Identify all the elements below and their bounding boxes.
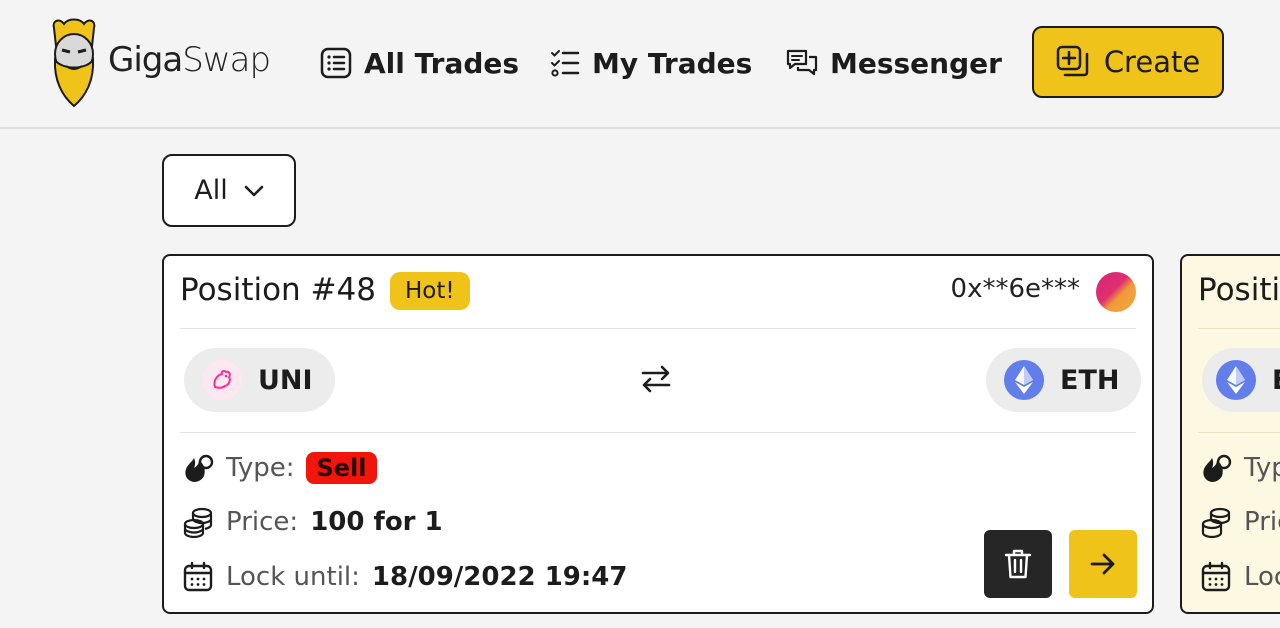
nav-all-trades-label: All Trades bbox=[364, 46, 520, 80]
lock-label: Loc bbox=[1244, 562, 1280, 592]
viking-mascot-icon bbox=[52, 18, 96, 108]
uni-token-icon bbox=[202, 360, 242, 400]
open-trade-button[interactable] bbox=[1069, 530, 1137, 598]
card-divider bbox=[1198, 432, 1280, 433]
nav-messenger[interactable]: Messenger bbox=[786, 42, 1002, 84]
from-token-symbol: UNI bbox=[258, 364, 313, 396]
coins-stack-icon bbox=[183, 507, 213, 538]
filter-selected-value: All bbox=[194, 175, 228, 206]
chevron-down-icon bbox=[244, 185, 263, 196]
to-token-pill[interactable]: E bbox=[1202, 348, 1280, 412]
type-row: Type: Sell bbox=[182, 452, 377, 484]
card-divider bbox=[1198, 328, 1280, 329]
checklist-icon bbox=[551, 50, 580, 77]
delete-button[interactable] bbox=[984, 530, 1052, 598]
trash-icon bbox=[1004, 549, 1032, 579]
lock-value: 18/09/2022 19:47 bbox=[371, 562, 628, 592]
to-token-symbol: E bbox=[1272, 365, 1280, 396]
nav-all-trades[interactable]: All Trades bbox=[320, 42, 519, 84]
logo-text: GigaSwap bbox=[108, 40, 271, 80]
coins-stack-icon bbox=[1201, 507, 1231, 538]
to-token-symbol: ETH bbox=[1060, 364, 1120, 396]
logo-text-giga: Giga bbox=[108, 40, 183, 80]
create-button[interactable]: Create bbox=[1032, 26, 1224, 98]
eth-token-icon bbox=[1216, 360, 1256, 400]
logo-text-swap: Swap bbox=[182, 40, 271, 80]
price-label: Pric bbox=[1244, 507, 1280, 537]
calendar-icon bbox=[183, 561, 213, 592]
hot-badge: Hot! bbox=[390, 272, 470, 310]
arrow-right-icon bbox=[1090, 553, 1115, 575]
price-value: 100 for 1 bbox=[310, 507, 443, 537]
owner-avatar bbox=[1096, 272, 1136, 312]
card-divider bbox=[180, 432, 1136, 433]
position-title: Position #48 bbox=[180, 272, 376, 308]
eth-token-icon bbox=[1004, 360, 1044, 400]
price-row: Price: 100 for 1 bbox=[182, 506, 443, 538]
fire-coins-icon bbox=[185, 454, 214, 482]
owner-address: 0x**6e*** bbox=[950, 274, 1080, 304]
type-row: Typ bbox=[1200, 452, 1280, 484]
top-navbar: GigaSwap All Trades My Trades Messenger bbox=[0, 0, 1280, 129]
nav-my-trades[interactable]: My Trades bbox=[550, 42, 752, 84]
fire-coins-icon bbox=[1203, 454, 1232, 482]
nav-messenger-label: Messenger bbox=[830, 46, 1002, 80]
price-row: Pric bbox=[1200, 506, 1280, 538]
position-title: Positi bbox=[1198, 272, 1280, 308]
lock-row: Loc bbox=[1200, 561, 1280, 593]
filter-dropdown[interactable]: All bbox=[162, 154, 296, 227]
nav-my-trades-label: My Trades bbox=[592, 46, 753, 80]
trade-card[interactable]: Position #48 Hot! 0x**6e*** UNI ETH Type… bbox=[162, 254, 1154, 614]
lock-row: Lock until: 18/09/2022 19:47 bbox=[182, 561, 627, 593]
create-button-label: Create bbox=[1103, 45, 1201, 79]
add-square-icon bbox=[1056, 45, 1089, 77]
gigaswap-logo[interactable]: GigaSwap bbox=[46, 16, 286, 110]
type-label: Typ bbox=[1244, 453, 1280, 483]
trade-card[interactable]: Positi E Typ Pric bbox=[1180, 254, 1280, 614]
calendar-icon bbox=[1201, 561, 1231, 592]
card-divider bbox=[180, 328, 1136, 329]
type-label: Type: bbox=[226, 453, 295, 483]
swap-arrows-icon[interactable] bbox=[640, 364, 672, 394]
to-token-pill[interactable]: ETH bbox=[986, 348, 1142, 412]
list-icon bbox=[320, 47, 352, 79]
price-label: Price: bbox=[226, 507, 299, 537]
lock-label: Lock until: bbox=[226, 562, 360, 592]
chat-icon bbox=[786, 49, 818, 76]
type-sell-badge: Sell bbox=[306, 452, 377, 484]
from-token-pill[interactable]: UNI bbox=[184, 348, 335, 412]
